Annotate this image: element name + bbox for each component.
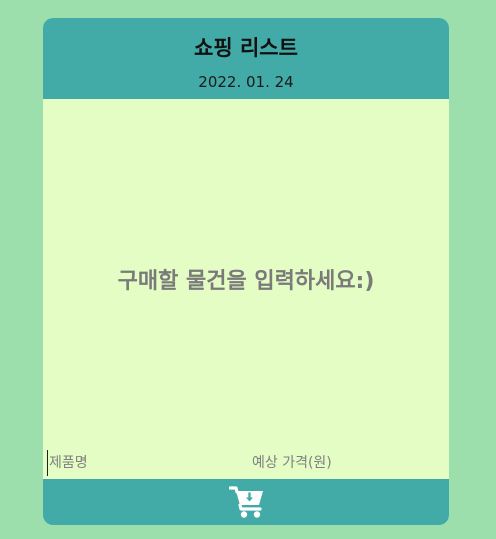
shopping-list-card: 쇼핑 리스트 2022. 01. 24 구매할 물건을 입력하세요:) <box>43 18 449 525</box>
date-label: 2022. 01. 24 <box>198 73 294 91</box>
item-input-row <box>43 450 449 479</box>
page-title: 쇼핑 리스트 <box>194 36 298 60</box>
product-name-input[interactable] <box>47 450 249 476</box>
add-item-button[interactable] <box>228 485 265 519</box>
header: 쇼핑 리스트 2022. 01. 24 <box>43 18 449 99</box>
cart-add-icon <box>228 486 263 518</box>
expected-price-input[interactable] <box>252 450 447 476</box>
empty-list-message: 구매할 물건을 입력하세요:) <box>117 269 375 294</box>
footer <box>43 479 449 525</box>
shopping-list: 구매할 물건을 입력하세요:) <box>43 99 449 479</box>
